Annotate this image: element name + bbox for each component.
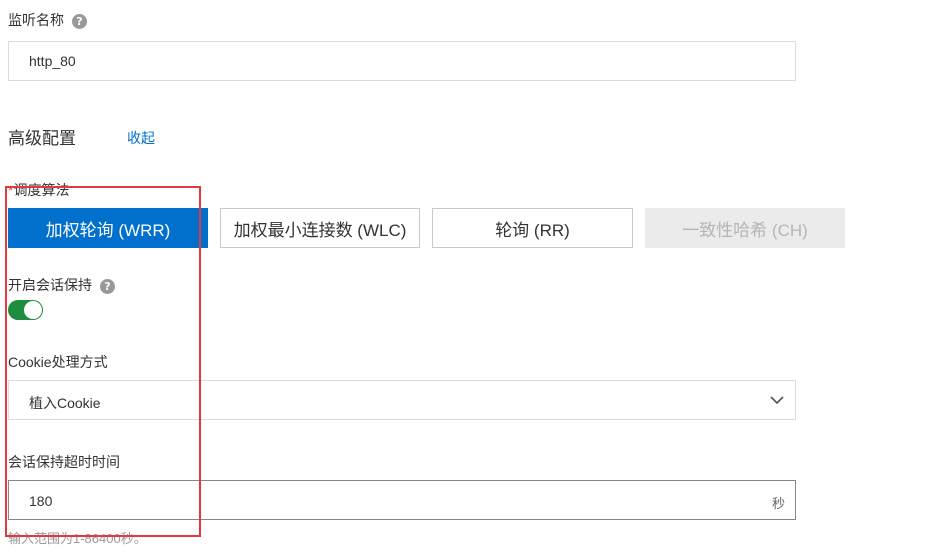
timeout-value: 180 bbox=[29, 493, 53, 509]
timeout-hint: 输入范围为1-86400秒。 bbox=[8, 531, 147, 546]
listener-name-label-text: 监听名称 bbox=[8, 12, 64, 28]
collapse-link[interactable]: 收起 bbox=[127, 128, 155, 148]
session-persistence-label-text: 开启会话保持 bbox=[8, 277, 92, 293]
scheduler-label-text: 调度算法 bbox=[13, 182, 70, 198]
timeout-unit: 秒 bbox=[771, 496, 785, 511]
algo-option-wlc[interactable]: 加权最小连接数 (WLC) bbox=[220, 208, 420, 248]
timeout-input[interactable]: 180 秒 bbox=[8, 480, 796, 520]
listener-name-value: http_80 bbox=[29, 53, 76, 69]
help-icon[interactable]: ? bbox=[71, 13, 87, 29]
timeout-label: 会话保持超时时间 bbox=[8, 454, 120, 470]
algo-option-rr[interactable]: 轮询 (RR) bbox=[432, 208, 633, 248]
cookie-mode-value: 植入Cookie bbox=[29, 395, 101, 411]
cookie-mode-label: Cookie处理方式 bbox=[8, 354, 108, 370]
listener-name-label: 监听名称 ? bbox=[8, 10, 87, 30]
toggle-knob bbox=[24, 301, 42, 319]
cookie-mode-select[interactable]: 植入Cookie bbox=[8, 380, 796, 420]
scheduler-label: *调度算法 bbox=[8, 180, 69, 200]
listener-name-field[interactable]: http_80 bbox=[8, 41, 796, 81]
session-persistence-toggle[interactable] bbox=[8, 300, 43, 320]
algo-option-ch: 一致性哈希 (CH) bbox=[645, 208, 845, 248]
help-icon[interactable]: ? bbox=[99, 278, 115, 294]
chevron-down-icon bbox=[769, 392, 785, 411]
session-persistence-label: 开启会话保持 ? bbox=[8, 275, 115, 295]
advanced-config-title: 高级配置 bbox=[8, 129, 76, 148]
algo-option-wrr[interactable]: 加权轮询 (WRR) bbox=[8, 208, 208, 248]
